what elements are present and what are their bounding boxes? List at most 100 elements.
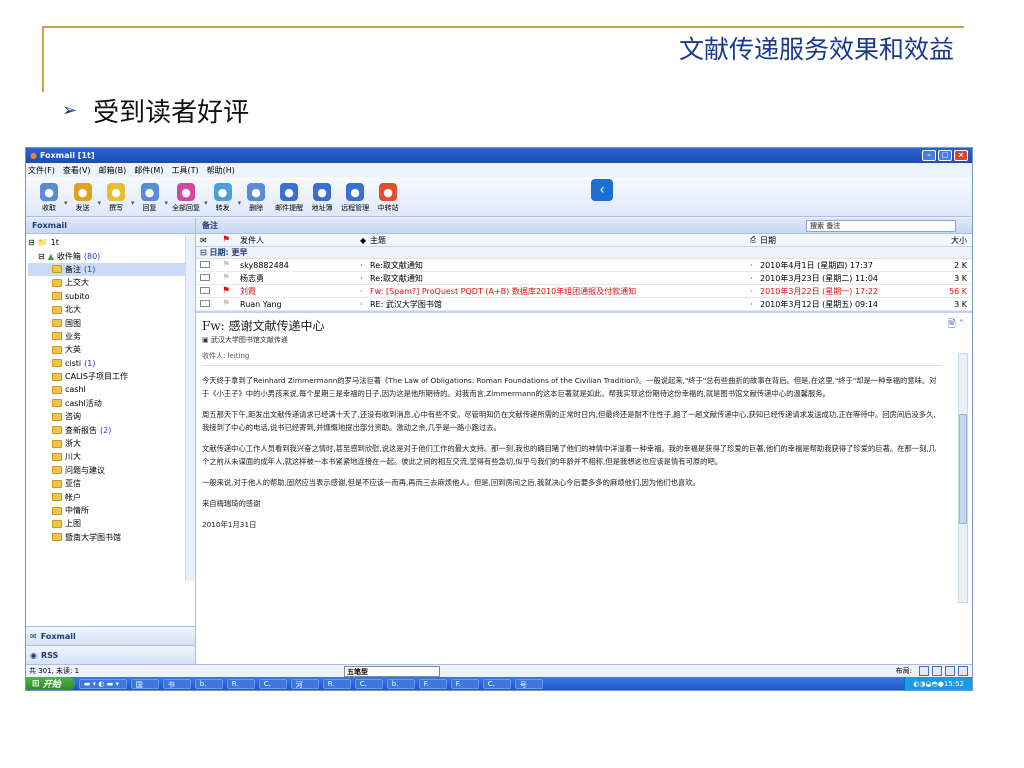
search-input[interactable]: 搜索 备注: [806, 220, 956, 232]
minimize-button[interactable]: –: [922, 150, 936, 161]
taskbar-window-button[interactable]: b.: [194, 678, 223, 689]
preview-scrollbar[interactable]: [958, 353, 968, 603]
dropdown-arrow-icon[interactable]: ▾: [204, 199, 208, 207]
sidebar-folder[interactable]: 中情所: [28, 504, 193, 517]
menu-item[interactable]: 邮箱(B): [99, 165, 127, 176]
flag-icon[interactable]: ⚑: [218, 273, 236, 283]
toolbar-receive-button[interactable]: ● 收取: [38, 183, 60, 213]
sidebar-folder[interactable]: 问题与建议: [28, 464, 193, 477]
message-row[interactable]: ⚑ sky8882484 · Re:取文献通知 · 2010年4月1日 (星期四) 17:…: [196, 259, 972, 272]
sidebar-folder[interactable]: 国图: [28, 316, 193, 329]
dropdown-arrow-icon[interactable]: ▾: [238, 199, 242, 207]
message-row[interactable]: ⚑ 刘霞 · Fw: [Spam?] ProQuest PQDT (A+B) 数据库2…: [196, 285, 972, 298]
sidebar-scrollbar[interactable]: [185, 235, 195, 581]
taskbar-window-button[interactable]: C.: [258, 678, 287, 689]
account-node[interactable]: ⊟ 📁 1t: [28, 236, 193, 249]
col-priority-icon[interactable]: ◆: [356, 236, 366, 245]
sidebar-folder[interactable]: 上交大: [28, 276, 193, 289]
sidebar-folder[interactable]: cashl: [28, 383, 193, 396]
preview-from-name[interactable]: 武汉大学图书馆文献传递: [211, 336, 288, 344]
col-from[interactable]: 发件人: [236, 235, 356, 246]
taskbar-window-button[interactable]: F.: [418, 678, 447, 689]
dropdown-arrow-icon[interactable]: ▾: [165, 199, 169, 207]
sidebar-folder[interactable]: 上图: [28, 517, 193, 530]
sidebar-folder[interactable]: 暨南大学图书馆: [28, 531, 193, 544]
close-button[interactable]: ×: [954, 150, 968, 161]
toolbar-remote-button[interactable]: ● 远程管理: [341, 183, 369, 213]
clock[interactable]: 15:52: [944, 680, 964, 688]
taskbar-window-button[interactable]: 国: [130, 678, 159, 689]
col-attachment-icon[interactable]: ⎙: [746, 235, 756, 245]
page-icon[interactable]: 🗎: [948, 319, 956, 330]
collapse-up-icon[interactable]: ˄: [959, 319, 964, 330]
sidebar-folder[interactable]: subito: [28, 290, 193, 303]
toolbar-reply-button[interactable]: ● 回复: [139, 183, 161, 213]
sidebar-tab-foxmail[interactable]: ✉ Foxmail: [26, 626, 195, 645]
dropdown-arrow-icon[interactable]: ▾: [98, 199, 102, 207]
toolbar-compose-button[interactable]: ● 撰写: [105, 183, 127, 213]
menu-item[interactable]: 查看(V): [63, 165, 91, 176]
taskbar-window-button[interactable]: C.: [482, 678, 511, 689]
col-size[interactable]: 大小: [926, 235, 971, 246]
toolbar-reply-all-button[interactable]: ● 全部回复: [172, 183, 200, 213]
toolbar-address-book-button[interactable]: ● 地址簿: [311, 183, 333, 213]
sidebar-folder[interactable]: 川大: [28, 450, 193, 463]
col-flag-icon[interactable]: ⚑: [218, 235, 236, 245]
menu-item[interactable]: 工具(T): [171, 165, 198, 176]
collapse-icon[interactable]: ⊟: [28, 238, 35, 247]
maximize-button[interactable]: □: [938, 150, 952, 161]
taskbar-window-button[interactable]: C.: [354, 678, 383, 689]
taskbar-window-button[interactable]: 号: [514, 678, 543, 689]
dropdown-arrow-icon[interactable]: ▾: [64, 199, 68, 207]
taskbar-window-button[interactable]: b.: [386, 678, 415, 689]
menu-item[interactable]: 邮件(M): [134, 165, 163, 176]
date-group[interactable]: ⊟ 日期: 更早: [196, 247, 972, 259]
col-read-icon[interactable]: ✉: [196, 236, 218, 245]
layout-2-icon[interactable]: [932, 666, 942, 676]
sidebar-folder[interactable]: 业务: [28, 330, 193, 343]
sidebar-folder[interactable]: 北大: [28, 303, 193, 316]
dropdown-arrow-icon[interactable]: ▾: [131, 199, 135, 207]
sidebar-folder[interactable]: CALIS子项目工作: [28, 370, 193, 383]
start-button[interactable]: ⊞ 开始: [26, 677, 75, 690]
ime-indicator[interactable]: 五笔型: [344, 666, 440, 677]
quick-launch[interactable]: ▬ ▾ ◐ ▬ ▾: [78, 678, 127, 689]
sidebar-folder[interactable]: 咨询: [28, 410, 193, 423]
sidebar-folder[interactable]: 查新报告 (2): [28, 423, 193, 436]
col-subject[interactable]: 主题: [366, 235, 746, 246]
col-date[interactable]: 日期: [756, 235, 926, 246]
toolbar-reminder-button[interactable]: ● 邮件提醒: [275, 183, 303, 213]
toolbar-transfer-button[interactable]: ● 中转站: [377, 183, 399, 213]
collapse-icon[interactable]: ⊟: [200, 248, 210, 257]
menu-item[interactable]: 帮助(H): [207, 165, 235, 176]
sidebar-folder[interactable]: cashl活动: [28, 397, 193, 410]
sidebar-folder[interactable]: 亚信: [28, 477, 193, 490]
layout-3-icon[interactable]: [945, 666, 955, 676]
sidebar-folder[interactable]: 备注 (1): [28, 262, 193, 277]
toolbar-delete-button[interactable]: ● 删除: [245, 183, 267, 213]
taskbar-window-button[interactable]: 书: [162, 678, 191, 689]
layout-1-icon[interactable]: [919, 666, 929, 676]
recipient-name[interactable]: leiting: [228, 352, 250, 360]
menu-item[interactable]: 文件(F): [28, 165, 55, 176]
sidebar-tab-rss[interactable]: ◉ RSS: [26, 645, 195, 664]
sidebar-folder[interactable]: 大英: [28, 343, 193, 356]
layout-4-icon[interactable]: [958, 666, 968, 676]
collapse-icon[interactable]: ⊟: [38, 252, 45, 261]
message-row[interactable]: ⚑ Ruan Yang · RE: 武汉大学图书馆 · 2010年3月12日 (星期五) …: [196, 298, 972, 311]
inbox-node[interactable]: ⊟ ▲ 收件箱 (80): [28, 249, 193, 262]
scroll-thumb[interactable]: [959, 414, 967, 524]
taskbar-window-button[interactable]: R.: [226, 678, 255, 689]
taskbar-window-button[interactable]: F.: [450, 678, 479, 689]
sidebar-folder[interactable]: cisti (1): [28, 357, 193, 370]
toolbar-forward-button[interactable]: ● 转发: [212, 183, 234, 213]
flag-icon[interactable]: ⚑: [218, 286, 236, 296]
message-row[interactable]: ⚑ 杨志勇 · Re:取文献通知 · 2010年3月23日 (星期二) 11:04 3 K: [196, 272, 972, 285]
flag-icon[interactable]: ⚑: [218, 299, 236, 309]
taskbar-window-button[interactable]: 河: [290, 678, 319, 689]
sidebar-folder[interactable]: 帐户: [28, 490, 193, 503]
toolbar-send-button[interactable]: ● 发送: [72, 183, 94, 213]
flag-icon[interactable]: ⚑: [218, 260, 236, 270]
sidebar-folder[interactable]: 浙大: [28, 437, 193, 450]
taskbar-window-button[interactable]: R.: [322, 678, 351, 689]
